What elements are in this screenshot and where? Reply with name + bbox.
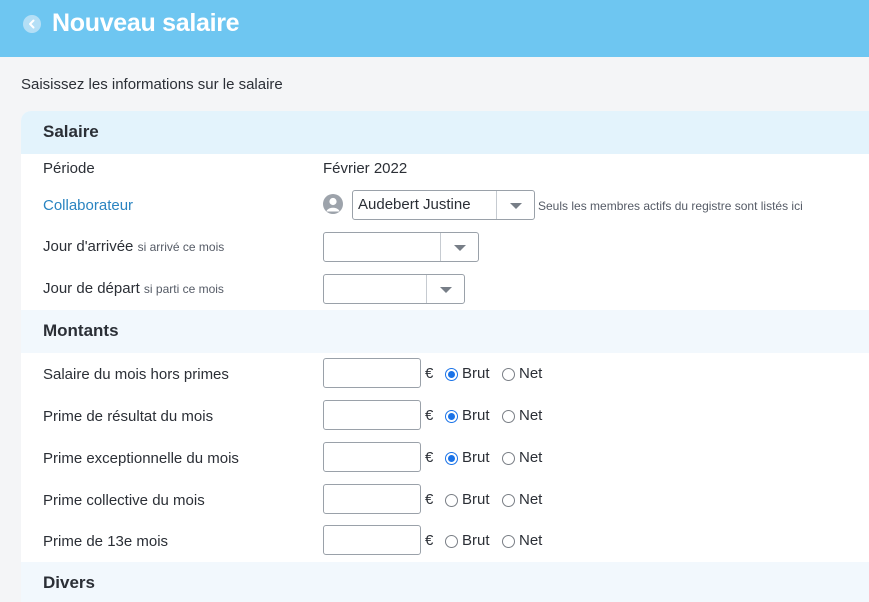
radio-net[interactable] [502,494,515,507]
section-header-divers: Divers [21,562,869,602]
radio-net-label[interactable]: Net [519,407,542,424]
back-arrow-icon[interactable] [23,15,41,33]
radio-brut[interactable] [445,410,458,423]
radio-net[interactable] [502,368,515,381]
section-title: Divers [43,573,95,592]
depart-select[interactable] [323,274,465,304]
amount-input[interactable] [323,358,421,388]
amount-label: Prime exceptionnelle du mois [43,450,239,467]
amount-label: Prime de 13e mois [43,533,169,550]
page-title: Nouveau salaire [52,9,240,37]
page-header: Nouveau salaire [0,0,869,57]
radio-brut-label[interactable]: Brut [462,491,490,508]
section-title: Salaire [43,122,99,141]
section-header-montants: Montants [21,310,869,353]
amount-input[interactable] [323,442,421,472]
currency-symbol: € [425,491,434,508]
periode-value: Février 2022 [323,160,408,177]
arrivee-label: Jour d'arrivée si arrivé ce mois [43,238,224,255]
arrivee-select[interactable] [323,232,479,262]
radio-brut-label[interactable]: Brut [462,365,490,382]
periode-label: Période [43,160,95,177]
currency-symbol: € [425,407,434,424]
radio-brut-label[interactable]: Brut [462,532,490,549]
currency-symbol: € [425,365,434,382]
depart-hint: si parti ce mois [143,282,224,296]
collaborateur-selected: Audebert Justine [358,196,471,213]
radio-net[interactable] [502,452,515,465]
currency-symbol: € [425,449,434,466]
depart-label-text: Jour de départ [43,280,140,297]
section-header-salaire: Salaire [21,111,869,154]
radio-net-label[interactable]: Net [519,365,542,382]
collaborateur-hint: Seuls les membres actifs du registre son… [538,199,803,213]
radio-brut[interactable] [445,452,458,465]
section-title: Montants [43,321,119,340]
arrivee-hint: si arrivé ce mois [137,240,225,254]
amount-label: Salaire du mois hors primes [43,366,229,383]
amount-input[interactable] [323,525,421,555]
currency-symbol: € [425,532,434,549]
radio-net-label[interactable]: Net [519,532,542,549]
collaborateur-select[interactable]: Audebert Justine [352,190,535,220]
radio-brut-label[interactable]: Brut [462,449,490,466]
user-avatar-icon [323,194,343,214]
amount-input[interactable] [323,400,421,430]
amount-label: Prime de résultat du mois [43,408,214,425]
chevron-down-icon[interactable] [496,191,534,219]
amount-input[interactable] [323,484,421,514]
depart-label: Jour de départ si parti ce mois [43,280,224,297]
radio-net[interactable] [502,535,515,548]
radio-brut[interactable] [445,368,458,381]
chevron-down-icon[interactable] [426,275,464,303]
radio-net-label[interactable]: Net [519,491,542,508]
chevron-down-icon[interactable] [440,233,478,261]
amount-label: Prime collective du mois [43,492,205,509]
radio-brut[interactable] [445,535,458,548]
radio-net-label[interactable]: Net [519,449,542,466]
arrivee-label-text: Jour d'arrivée [43,238,134,255]
page-subtitle: Saisissez les informations sur le salair… [21,76,283,93]
radio-brut-label[interactable]: Brut [462,407,490,424]
radio-net[interactable] [502,410,515,423]
collaborateur-link[interactable]: Collaborateur [43,197,133,214]
salary-form: Salaire Période Février 2022 Collaborate… [21,111,869,602]
radio-brut[interactable] [445,494,458,507]
